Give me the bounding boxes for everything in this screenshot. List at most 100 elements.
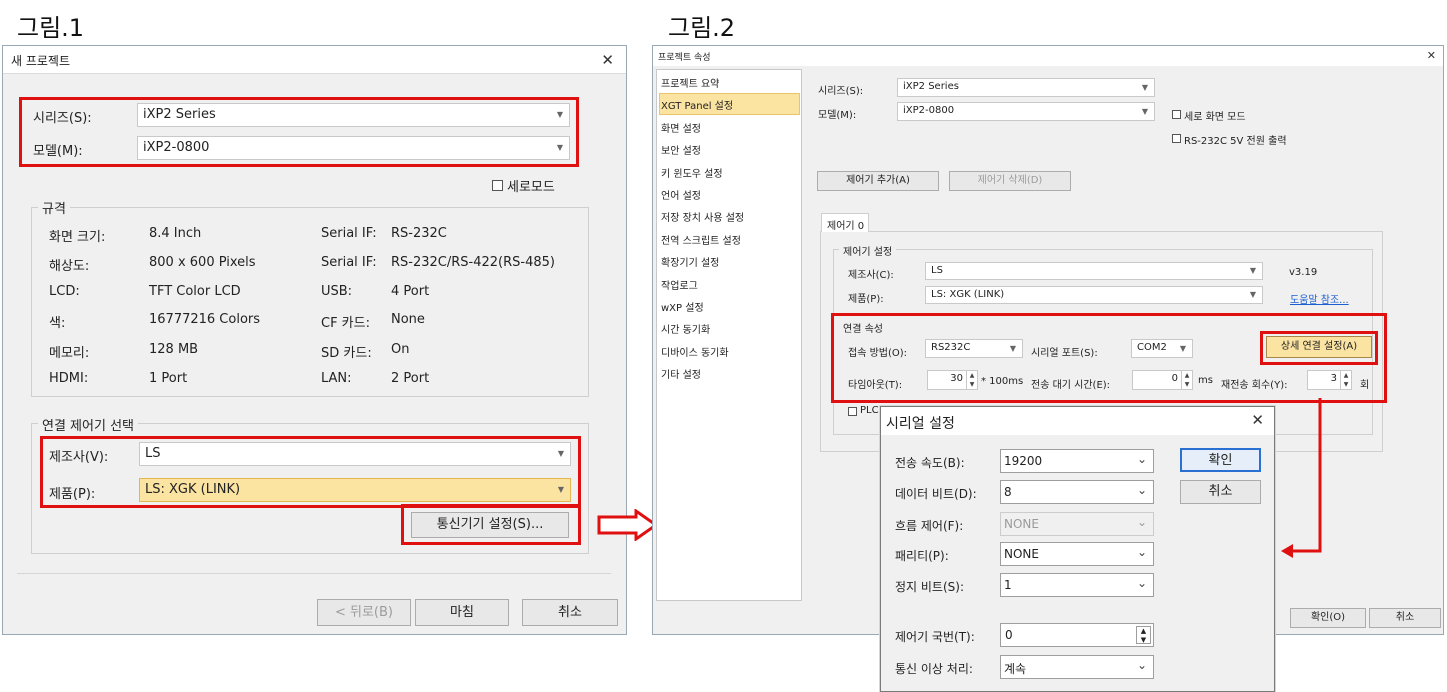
- tab-controller-0[interactable]: 제어기 0: [821, 213, 869, 232]
- sidebar-item[interactable]: 프로젝트 요약: [661, 75, 719, 90]
- settings-sidebar: 프로젝트 요약 XGT Panel 설정화면 설정보안 설정키 윈도우 설정언어 …: [656, 69, 802, 601]
- maker-select[interactable]: LS ▼: [925, 262, 1263, 280]
- serial-field-select[interactable]: 1 ⌄: [1000, 573, 1154, 597]
- spec-label: CF 카드:: [321, 316, 370, 331]
- chevron-down-icon: ▼: [1249, 266, 1257, 275]
- version-label: v3.19: [1289, 267, 1318, 278]
- rs232-power-label: RS-232C 5V 전원 출력: [1184, 136, 1287, 147]
- serial-field-label: 전송 속도(B):: [895, 456, 965, 470]
- add-controller-button[interactable]: 제어기 추가(A): [817, 171, 939, 191]
- serial-field-select[interactable]: NONE ⌄: [1000, 542, 1154, 566]
- plc-checkbox[interactable]: [848, 407, 857, 416]
- serial-settings-titlebar: 시리얼 설정 ✕: [881, 407, 1274, 435]
- serial-cancel-button[interactable]: 취소: [1180, 480, 1261, 504]
- sidebar-item[interactable]: 디바이스 동기화: [661, 344, 729, 359]
- comm-error-select[interactable]: 계속 ⌄: [1000, 655, 1154, 679]
- up-down-arrows-icon[interactable]: ▲ ▼: [1136, 626, 1151, 644]
- spec-value: 1 Port: [149, 371, 188, 386]
- new-project-dialog: 새 프로젝트 ✕ 시리즈(S): iXP2 Series ▼ 모델(M): iX…: [2, 45, 627, 635]
- sidebar-item[interactable]: 전역 스크립트 설정: [661, 232, 741, 247]
- sidebar-item[interactable]: XGT Panel 설정: [661, 97, 733, 112]
- serial-field-value: NONE: [1004, 517, 1039, 531]
- sidebar-item[interactable]: 확장기기 설정: [661, 254, 719, 269]
- serial-field-label: 정지 비트(S):: [895, 580, 964, 594]
- sidebar-item[interactable]: wXP 설정: [661, 299, 704, 314]
- close-icon[interactable]: ✕: [1251, 413, 1264, 428]
- model-value: iXP2-0800: [903, 105, 955, 116]
- comm-error-label: 통신 이상 처리:: [895, 662, 973, 676]
- serial-field-select[interactable]: 19200 ⌄: [1000, 449, 1154, 473]
- chevron-down-icon: ⌄: [1136, 545, 1147, 559]
- series-select[interactable]: iXP2 Series ▼: [897, 78, 1155, 97]
- serial-field-value: 8: [1004, 485, 1012, 499]
- spec-value: 800 x 600 Pixels: [149, 255, 256, 270]
- close-icon[interactable]: ✕: [601, 53, 614, 68]
- station-number-label: 제어기 국번(T):: [895, 630, 975, 644]
- product-label: 제품(P):: [848, 294, 884, 305]
- ok-button[interactable]: 확인(O): [1290, 608, 1366, 628]
- cancel-button[interactable]: 취소: [1369, 608, 1441, 628]
- sidebar-item[interactable]: 기타 설정: [661, 366, 701, 381]
- spec-value: 128 MB: [149, 342, 199, 357]
- spec-label: 메모리:: [49, 346, 90, 361]
- help-link[interactable]: 도움말 참조...: [1290, 291, 1349, 306]
- spec-value: 2 Port: [391, 371, 430, 386]
- sidebar-item[interactable]: 작업로그: [661, 277, 698, 292]
- plc-label: PLC: [860, 405, 879, 416]
- product-value: LS: XGK (LINK): [931, 289, 1005, 300]
- sidebar-item[interactable]: 보안 설정: [661, 142, 701, 157]
- sidebar-item[interactable]: 저장 장치 사용 설정: [661, 209, 744, 224]
- spec-value: TFT Color LCD: [149, 284, 241, 299]
- spec-label: 해상도:: [49, 259, 90, 274]
- spec-label: 화면 크기:: [49, 230, 106, 245]
- new-project-title: 새 프로젝트: [11, 54, 71, 68]
- right-arrow-icon: [597, 509, 659, 541]
- spec-value: 16777216 Colors: [149, 312, 261, 327]
- spec-label: 색:: [49, 316, 66, 331]
- spec-value: RS-232C/RS-422(RS-485): [391, 255, 555, 270]
- sidebar-item[interactable]: 키 윈도우 설정: [661, 165, 723, 180]
- sidebar-item[interactable]: 시간 동기화: [661, 321, 710, 336]
- serial-settings-title: 시리얼 설정: [886, 416, 955, 432]
- comm-error-value: 계속: [1004, 662, 1027, 676]
- finish-button[interactable]: 마침: [415, 599, 509, 626]
- figure-1-caption: 그림.1: [17, 14, 85, 42]
- sidebar-item[interactable]: 화면 설정: [661, 120, 701, 135]
- spec-value: None: [391, 312, 425, 327]
- connection-group-title: 연결 제어기 선택: [38, 415, 138, 434]
- project-properties-titlebar: 프로젝트 속성 ✕: [653, 46, 1443, 66]
- highlight-box-controller: [40, 436, 581, 508]
- delete-controller-button[interactable]: 제어기 삭제(D): [949, 171, 1071, 191]
- product-select[interactable]: LS: XGK (LINK) ▼: [925, 286, 1263, 304]
- new-project-titlebar: 새 프로젝트 ✕: [3, 46, 626, 74]
- figure-2-caption: 그림.2: [668, 14, 736, 42]
- chevron-down-icon: ▼: [1249, 290, 1257, 299]
- chevron-down-icon: ⌄: [1136, 658, 1147, 672]
- footer-separator: [17, 573, 611, 574]
- back-button[interactable]: < 뒤로(B): [317, 599, 411, 626]
- chevron-down-icon: ⌄: [1136, 483, 1147, 497]
- serial-field-label: 데이터 비트(D):: [895, 487, 977, 501]
- close-icon[interactable]: ✕: [1427, 50, 1436, 61]
- project-properties-title: 프로젝트 속성: [658, 53, 711, 63]
- serial-field-value: 1: [1004, 578, 1012, 592]
- serial-field-select[interactable]: 8 ⌄: [1000, 480, 1154, 504]
- station-number-value: 0: [1005, 628, 1013, 642]
- spec-label: USB:: [321, 284, 353, 299]
- station-number-spinner[interactable]: 0 ▲ ▼: [1000, 623, 1154, 647]
- highlight-box-series: [19, 97, 579, 167]
- spec-label: LCD:: [49, 284, 80, 299]
- vertical-mode-checkbox[interactable]: [1172, 110, 1181, 119]
- controller-settings-title: 제어기 설정: [839, 243, 897, 258]
- connector-arrow-icon: [1281, 398, 1322, 558]
- chevron-down-icon: ⌄: [1136, 452, 1147, 466]
- serial-ok-button[interactable]: 확인: [1180, 448, 1261, 472]
- cancel-button[interactable]: 취소: [522, 599, 618, 626]
- sidebar-item[interactable]: 언어 설정: [661, 187, 701, 202]
- vertical-mode-checkbox[interactable]: [492, 180, 503, 191]
- rs232-power-checkbox[interactable]: [1172, 134, 1181, 143]
- spec-value: 8.4 Inch: [149, 226, 202, 241]
- serial-field-label: 흐름 제어(F):: [895, 519, 964, 533]
- chevron-down-icon: ▼: [1141, 83, 1149, 92]
- model-select[interactable]: iXP2-0800 ▼: [897, 102, 1155, 121]
